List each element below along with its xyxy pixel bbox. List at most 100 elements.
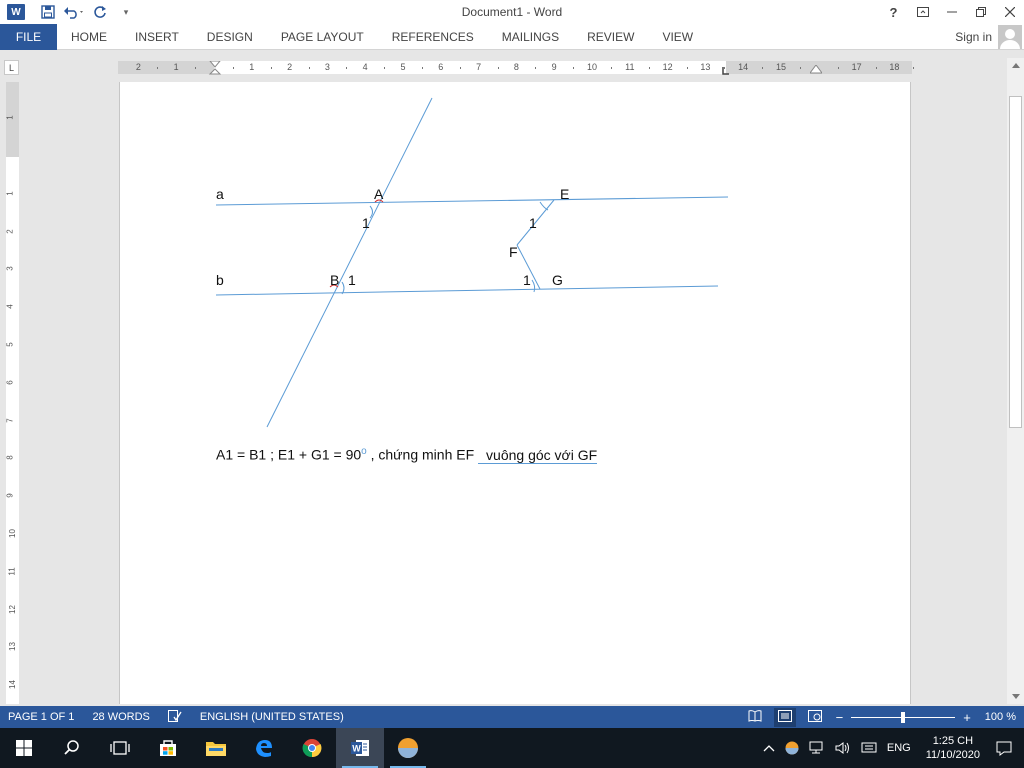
tab-references[interactable]: REFERENCES xyxy=(378,24,488,50)
ruler-tick-mark xyxy=(799,67,801,69)
tab-stop-marker[interactable] xyxy=(722,67,730,75)
language-indicator[interactable]: ENGLISH (UNITED STATES) xyxy=(200,711,344,723)
close-icon xyxy=(1004,7,1015,17)
minimize-button[interactable] xyxy=(937,0,966,24)
network-button[interactable] xyxy=(804,741,830,755)
geometry-figure: a b A B E F G 1 1 1 1 xyxy=(215,97,729,428)
tab-home[interactable]: HOME xyxy=(57,24,121,50)
tab-selector[interactable]: L xyxy=(4,60,19,75)
document-page[interactable]: a b A B E F G 1 1 1 1 A1 = B1 ; E1 + G1 … xyxy=(119,82,911,704)
horizontal-ruler[interactable]: 2 1 1 2 3 4 5 6 7 8 9 10 11 12 13 14 15 17 18 xyxy=(118,61,915,75)
proofing-button[interactable] xyxy=(167,709,182,725)
word-count[interactable]: 28 WORDS xyxy=(92,711,149,723)
ribbon-display-icon xyxy=(916,7,929,17)
ruler-tick-mark xyxy=(308,67,310,69)
zoom-slider-thumb[interactable] xyxy=(901,711,906,723)
ruler-tick-mark xyxy=(497,67,499,69)
restore-button[interactable] xyxy=(966,0,995,24)
ruler-tick-label: 4 xyxy=(5,304,15,309)
ruler-tick-mark xyxy=(421,67,423,69)
start-button[interactable] xyxy=(0,728,48,768)
minimize-icon xyxy=(946,11,957,13)
tab-design[interactable]: DESIGN xyxy=(193,24,267,50)
taskbar: W ENG 1:25 CH 11/10/2020 xyxy=(0,728,1024,768)
notification-icon xyxy=(996,741,1012,756)
word-icon: W xyxy=(351,740,369,756)
ruler-tick-label: 2 xyxy=(287,62,293,72)
show-hidden-icons-button[interactable] xyxy=(758,744,780,752)
tab-page-layout[interactable]: PAGE LAYOUT xyxy=(267,24,378,50)
right-indent-marker[interactable] xyxy=(810,65,822,75)
ruler-tick-mark xyxy=(384,67,386,69)
redo-button[interactable] xyxy=(89,1,111,23)
task-view-button[interactable] xyxy=(96,728,144,768)
word-app[interactable]: W xyxy=(336,728,384,768)
ruler-tick-label: 2 xyxy=(135,62,141,72)
scrollbar-thumb[interactable] xyxy=(1009,96,1022,428)
page-count[interactable]: PAGE 1 OF 1 xyxy=(8,711,74,723)
action-center-button[interactable] xyxy=(990,740,1024,756)
tab-insert[interactable]: INSERT xyxy=(121,24,193,50)
status-right: − + 100 % xyxy=(748,706,1024,728)
word-app-icon[interactable]: W xyxy=(7,4,25,20)
tab-mailings[interactable]: MAILINGS xyxy=(488,24,573,50)
zoom-in-button[interactable]: + xyxy=(963,710,971,725)
scroll-up-arrow[interactable] xyxy=(1007,58,1024,73)
avatar[interactable] xyxy=(998,25,1022,49)
ruler-tick-mark xyxy=(346,67,348,69)
print-layout-icon xyxy=(777,709,792,722)
zoom-slider[interactable] xyxy=(851,711,956,723)
window-title: Document1 - Word xyxy=(461,5,563,19)
ruler-tick-label: 1 xyxy=(5,191,15,196)
problem-statement[interactable]: A1 = B1 ; E1 + G1 = 90o , chứng minh EF … xyxy=(216,446,598,464)
ruler-tick-label: 13 xyxy=(7,642,17,652)
app-globe-icon xyxy=(785,741,799,755)
close-button[interactable] xyxy=(995,0,1024,24)
vertical-ruler[interactable]: 1 1 2 3 4 5 6 7 8 9 10 11 12 13 14 xyxy=(6,82,19,704)
ribbon-display-options-button[interactable] xyxy=(908,0,937,24)
ruler-tick-mark xyxy=(762,67,764,69)
help-button[interactable]: ? xyxy=(879,0,908,24)
file-explorer-app[interactable] xyxy=(192,728,240,768)
label-angle-e1: 1 xyxy=(529,215,537,231)
search-button[interactable] xyxy=(48,728,96,768)
input-indicator-button[interactable] xyxy=(856,741,882,755)
customize-qat-button[interactable]: ▾ xyxy=(115,1,137,23)
undo-button[interactable] xyxy=(63,1,85,23)
scroll-down-arrow[interactable] xyxy=(1007,689,1024,704)
ruler-tick-label: 5 xyxy=(5,342,15,347)
ruler-tick-label: 17 xyxy=(851,62,862,72)
store-icon xyxy=(160,740,176,756)
degree-sign: o xyxy=(361,446,367,457)
ruler-tick-mark xyxy=(195,67,197,69)
ruler-tick-mark xyxy=(837,67,839,69)
ruler-tick-label: 8 xyxy=(513,62,519,72)
web-layout-button[interactable] xyxy=(807,709,822,725)
sign-in-link[interactable]: Sign in xyxy=(955,30,992,44)
transversal-ab xyxy=(266,97,433,428)
language-button[interactable]: ENG xyxy=(882,742,916,754)
zoom-out-button[interactable]: − xyxy=(836,710,844,725)
indent-markers[interactable] xyxy=(208,61,222,83)
read-mode-button[interactable] xyxy=(748,709,762,725)
other-app[interactable] xyxy=(384,728,432,768)
clock[interactable]: 1:25 CH 11/10/2020 xyxy=(916,734,990,762)
edge-app[interactable] xyxy=(240,728,288,768)
tray-app-icon[interactable] xyxy=(780,741,804,755)
ruler-tick-label: 7 xyxy=(476,62,482,72)
save-button[interactable] xyxy=(37,1,59,23)
tab-view[interactable]: VIEW xyxy=(648,24,707,50)
volume-button[interactable] xyxy=(830,741,856,755)
ruler-tick-mark xyxy=(535,67,537,69)
zoom-level[interactable]: 100 % xyxy=(985,711,1016,723)
label-point-a: A xyxy=(374,186,384,202)
store-app[interactable] xyxy=(144,728,192,768)
app-globe-icon xyxy=(398,738,418,758)
vertical-scrollbar[interactable] xyxy=(1007,58,1024,704)
chrome-app[interactable] xyxy=(288,728,336,768)
tab-review[interactable]: REVIEW xyxy=(573,24,648,50)
problem-given: A1 = B1 ; E1 + G1 = 90 xyxy=(216,446,362,463)
tab-file[interactable]: FILE xyxy=(0,23,57,50)
redo-icon xyxy=(94,6,106,18)
print-layout-button[interactable] xyxy=(773,707,796,727)
